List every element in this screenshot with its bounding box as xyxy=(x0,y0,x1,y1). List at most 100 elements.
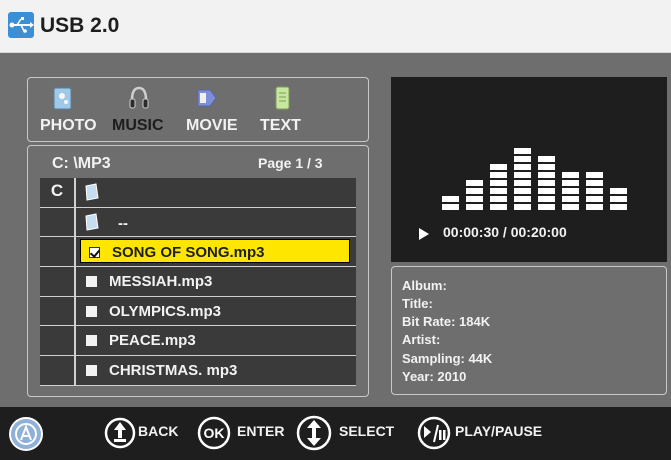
back-button-icon[interactable] xyxy=(104,417,136,449)
equalizer-segment xyxy=(538,188,555,194)
file-browser: C: \MP3 Page 1 / 3 C -- SONG OF SONG.mp3… xyxy=(27,145,369,397)
list-item-cell xyxy=(78,178,356,207)
equalizer-segment xyxy=(538,196,555,202)
equalizer-segment xyxy=(490,204,507,210)
equalizer-segment xyxy=(538,172,555,178)
list-item-cell: MESSIAH.mp3 xyxy=(78,267,356,296)
movie-icon xyxy=(197,89,217,107)
tab-label: PHOTO xyxy=(40,117,97,134)
play-pause-button-icon[interactable] xyxy=(416,416,452,450)
file-checkbox[interactable] xyxy=(86,305,97,317)
tab-label: MOVIE xyxy=(186,117,238,134)
equalizer-segment xyxy=(562,204,579,210)
list-item-messiah[interactable]: MESSIAH.mp3 xyxy=(40,267,356,297)
equalizer-segment xyxy=(586,172,603,178)
drive-letter xyxy=(40,296,76,326)
sampling-label: Sampling: 44K xyxy=(402,351,493,366)
list-item-peace[interactable]: PEACE.mp3 xyxy=(40,326,356,357)
equalizer-visualizer xyxy=(442,148,627,210)
file-name: MESSIAH.mp3 xyxy=(109,273,213,291)
equalizer-segment xyxy=(442,204,459,210)
drive-letter xyxy=(40,267,76,296)
back-hint: BACK xyxy=(138,423,179,439)
tab-label: MUSIC xyxy=(112,117,164,134)
main-area: PHOTO MUSIC MOVIE TEXT C: \MP3 Page 1 / … xyxy=(0,53,671,407)
equalizer-segment xyxy=(466,180,483,186)
equalizer-segment xyxy=(514,172,531,178)
list-item-olympics[interactable]: OLYMPICS.mp3 xyxy=(40,296,356,327)
file-checkbox[interactable] xyxy=(86,365,97,377)
folder-icon xyxy=(85,183,99,201)
list-item-christmas[interactable]: CHRISTMAS. mp3 xyxy=(40,356,356,386)
usb-icon xyxy=(8,12,34,38)
parent-folder-label: -- xyxy=(118,214,128,232)
equalizer-segment xyxy=(610,196,627,202)
equalizer-segment xyxy=(586,180,603,186)
play-pause-hint: PLAY/PAUSE xyxy=(455,423,543,439)
list-item-song-of-song[interactable]: SONG OF SONG.mp3 xyxy=(40,237,356,268)
year-label: Year: 2010 xyxy=(402,369,467,384)
tab-photo[interactable]: PHOTO xyxy=(40,84,104,134)
equalizer-segment xyxy=(490,196,507,202)
file-checkbox[interactable] xyxy=(86,276,97,288)
equalizer-segment xyxy=(538,156,555,162)
list-item-cell: CHRISTMAS. mp3 xyxy=(78,356,356,385)
equalizer-segment xyxy=(514,204,531,210)
equalizer-segment xyxy=(538,204,555,210)
equalizer-segment xyxy=(538,180,555,186)
file-list: C -- SONG OF SONG.mp3 MESSIAH.mp3 OLYMPI… xyxy=(40,178,356,386)
equalizer-segment xyxy=(466,204,483,210)
list-item-parent[interactable]: -- xyxy=(40,207,356,238)
equalizer-segment xyxy=(442,196,459,202)
ok-icon-text: OK xyxy=(204,425,225,441)
equalizer-segment xyxy=(610,204,627,210)
equalizer-segment xyxy=(586,204,603,210)
equalizer-segment xyxy=(490,172,507,178)
equalizer-segment xyxy=(514,148,531,154)
text-icon xyxy=(275,86,290,110)
file-checkbox[interactable] xyxy=(89,247,100,259)
tab-text[interactable]: TEXT xyxy=(260,84,316,134)
equalizer-segment xyxy=(562,188,579,194)
equalizer-segment xyxy=(514,188,531,194)
playback-time: 00:00:30 / 00:20:00 xyxy=(443,224,567,240)
artist-label: Artist: xyxy=(402,332,441,347)
ok-button-icon[interactable]: OK xyxy=(196,416,232,450)
list-item-folder[interactable]: C xyxy=(40,178,356,208)
album-label: Album: xyxy=(402,278,447,293)
list-item-cell: PEACE.mp3 xyxy=(78,326,356,355)
photo-icon xyxy=(53,87,72,110)
equalizer-segment xyxy=(514,164,531,170)
equalizer-segment xyxy=(586,196,603,202)
logo-icon xyxy=(9,417,43,451)
enter-hint: ENTER xyxy=(237,423,285,439)
file-name: OLYMPICS.mp3 xyxy=(109,302,221,320)
equalizer-segment xyxy=(514,180,531,186)
control-hint-bar: BACK OK ENTER SELECT PLAY/PAUSE xyxy=(0,407,671,460)
play-icon[interactable] xyxy=(418,228,430,240)
player-panel: 00:00:30 / 00:20:00 xyxy=(391,77,667,262)
equalizer-segment xyxy=(562,196,579,202)
file-checkbox[interactable] xyxy=(86,335,97,347)
bitrate-label: Bit Rate: 184K xyxy=(402,314,491,329)
page-indicator: Page 1 / 3 xyxy=(258,155,323,171)
equalizer-segment xyxy=(466,196,483,202)
file-name: SONG OF SONG.mp3 xyxy=(112,244,265,262)
list-item-cell: OLYMPICS.mp3 xyxy=(78,297,356,326)
tab-music[interactable]: MUSIC xyxy=(112,84,176,134)
equalizer-segment xyxy=(538,164,555,170)
equalizer-segment xyxy=(490,180,507,186)
tab-movie[interactable]: MOVIE xyxy=(186,84,250,134)
select-button-icon[interactable] xyxy=(295,414,333,452)
list-item-cell: -- xyxy=(78,208,356,237)
equalizer-segment xyxy=(514,196,531,202)
equalizer-segment xyxy=(514,156,531,162)
page-title: USB 2.0 xyxy=(40,14,120,37)
equalizer-segment xyxy=(562,172,579,178)
drive-letter xyxy=(40,326,76,356)
file-name: CHRISTMAS. mp3 xyxy=(109,362,238,380)
equalizer-segment xyxy=(466,188,483,194)
file-name: PEACE.mp3 xyxy=(109,332,196,350)
list-item-cell: SONG OF SONG.mp3 xyxy=(80,239,350,264)
category-panel: PHOTO MUSIC MOVIE TEXT xyxy=(27,77,369,142)
